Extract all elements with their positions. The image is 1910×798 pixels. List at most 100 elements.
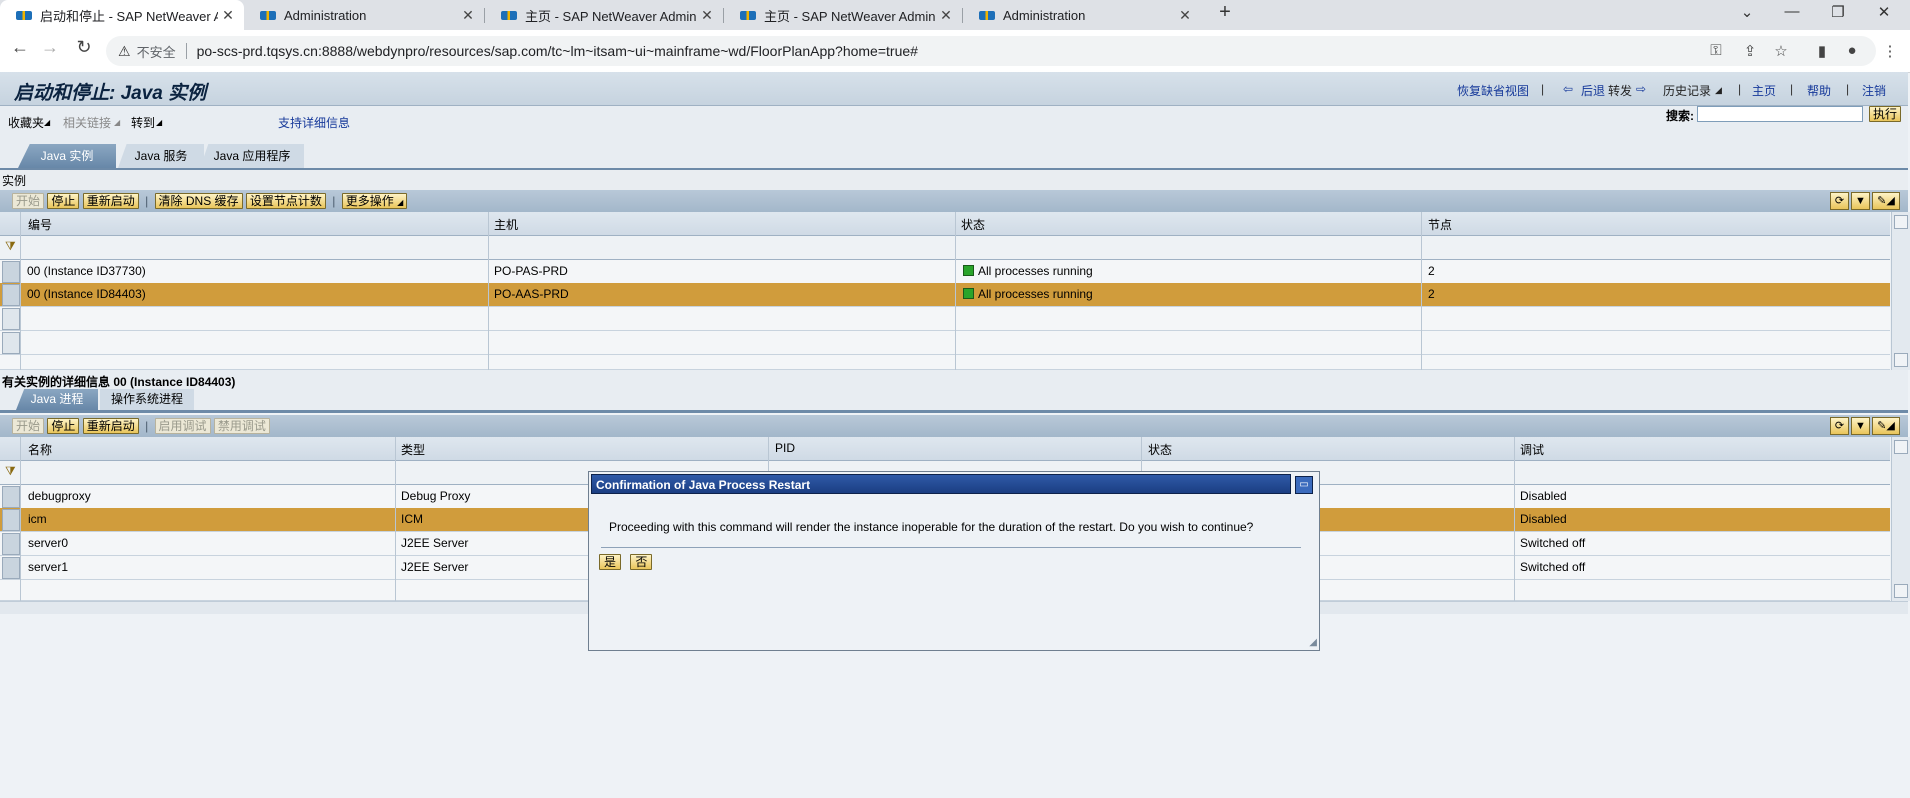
forward-arrow-icon[interactable]: ⇨ [1636, 82, 1646, 96]
column-header-nodes[interactable]: 节点 [1428, 216, 1452, 233]
scroll-down-icon[interactable] [1894, 584, 1908, 598]
filter-icon[interactable]: ▼ [1851, 417, 1870, 435]
processes-scrollbar[interactable] [1891, 437, 1910, 601]
logout-link[interactable]: 注销 [1862, 82, 1886, 99]
browser-tab-start-stop[interactable]: 启动和停止 - SAP NetWeaver A ✕ [0, 0, 244, 30]
clear-dns-cache-button[interactable]: 清除 DNS 缓存 [154, 193, 243, 209]
browser-tab-administration-2[interactable]: Administration ✕ [963, 0, 1201, 30]
new-tab-button[interactable]: + [1213, 1, 1237, 24]
row-selector[interactable] [2, 332, 20, 354]
password-key-icon[interactable]: ⚿ [1706, 42, 1726, 59]
address-bar[interactable]: ⚠ 不安全 po-scs-prd.tqsys.cn:8888/webdynpro… [106, 36, 1876, 66]
execute-button[interactable]: 执行 [1869, 106, 1902, 122]
row-selector[interactable] [2, 284, 20, 306]
tab-java-services[interactable]: Java 服务 [118, 144, 204, 168]
filter-funnel-icon[interactable]: ⧩ [5, 239, 16, 254]
enable-debug-button[interactable]: 启用调试 [154, 418, 211, 434]
tab-java-applications[interactable]: Java 应用程序 [200, 144, 304, 168]
instances-section-header: 实例 [0, 170, 1908, 190]
column-header-number[interactable]: 编号 [28, 216, 52, 233]
scroll-up-icon[interactable] [1894, 215, 1908, 229]
profile-avatar-icon[interactable]: ● [1842, 42, 1862, 59]
bookmark-star-icon[interactable]: ☆ [1771, 42, 1791, 60]
yes-button[interactable]: 是 [599, 554, 622, 570]
scroll-up-icon[interactable] [1894, 440, 1908, 454]
minimize-icon[interactable]: — [1780, 3, 1804, 20]
column-header-type[interactable]: 类型 [401, 441, 425, 458]
restore-default-view-link[interactable]: 恢复缺省视图 [1457, 82, 1529, 99]
close-tab-icon[interactable]: ✕ [458, 7, 478, 24]
tab-search-icon[interactable]: ⌄ [1735, 3, 1759, 21]
instances-scrollbar[interactable] [1891, 212, 1910, 370]
column-header-pid[interactable]: PID [775, 441, 795, 455]
filter-icon[interactable]: ▼ [1851, 192, 1870, 210]
scroll-down-icon[interactable] [1894, 353, 1908, 367]
browser-menu-icon[interactable]: ⋮ [1880, 42, 1900, 60]
stop-button[interactable]: 停止 [47, 193, 80, 209]
support-details-link[interactable]: 支持详细信息 [278, 114, 350, 131]
tab-java-instances[interactable]: Java 实例 [18, 144, 116, 168]
no-button[interactable]: 否 [630, 554, 653, 570]
column-header-status[interactable]: 状态 [1148, 441, 1172, 458]
start-button[interactable]: 开始 [12, 193, 45, 209]
favorites-dropdown-icon[interactable]: ◢ [44, 118, 50, 127]
filter-row[interactable]: ⧩ [0, 236, 1890, 260]
url-text[interactable]: po-scs-prd.tqsys.cn:8888/webdynpro/resou… [197, 43, 918, 59]
settings-wrench-icon[interactable]: ✎◢ [1872, 192, 1900, 210]
settings-wrench-icon[interactable]: ✎◢ [1872, 417, 1900, 435]
filter-funnel-icon[interactable]: ⧩ [5, 464, 16, 479]
related-links-menu[interactable]: 相关链接 [63, 114, 111, 131]
help-link[interactable]: 帮助 [1807, 82, 1831, 99]
column-header-status[interactable]: 状态 [961, 216, 985, 233]
restart-button[interactable]: 重新启动 [82, 193, 139, 209]
table-row-selected[interactable]: 00 (Instance ID84403) PO-AAS-PRD All pro… [0, 283, 1890, 307]
reload-icon[interactable]: ↻ [72, 37, 96, 58]
dialog-maximize-icon[interactable]: ▭ [1295, 476, 1313, 494]
forward-icon[interactable]: → [38, 37, 62, 58]
disable-debug-button[interactable]: 禁用调试 [213, 418, 270, 434]
row-selector[interactable] [2, 533, 20, 555]
back-link[interactable]: 后退 [1581, 82, 1605, 99]
related-links-dropdown-icon[interactable]: ◢ [114, 118, 120, 127]
favorites-menu[interactable]: 收藏夹 [8, 114, 44, 131]
sidebar-icon[interactable]: ▮ [1812, 42, 1832, 60]
history-dropdown-icon[interactable]: ◢ [1715, 85, 1722, 96]
close-tab-icon[interactable]: ✕ [697, 7, 717, 24]
home-link[interactable]: 主页 [1752, 82, 1776, 99]
more-actions-button[interactable]: 更多操作 ◢ [341, 193, 408, 209]
search-input[interactable] [1697, 106, 1863, 122]
goto-menu[interactable]: 转到 [131, 114, 155, 131]
restart-process-button[interactable]: 重新启动 [82, 418, 139, 434]
browser-tab-home[interactable]: 主页 - SAP NetWeaver Admini ✕ [485, 0, 723, 30]
tab-os-processes[interactable]: 操作系统进程 [100, 389, 194, 410]
refresh-icon[interactable]: ⟳ [1830, 417, 1849, 435]
row-selector[interactable] [2, 509, 20, 531]
row-selector[interactable] [2, 261, 20, 283]
tab-java-processes[interactable]: Java 进程 [16, 389, 98, 410]
column-header-host[interactable]: 主机 [494, 216, 518, 233]
close-tab-icon[interactable]: ✕ [218, 7, 238, 24]
column-header-debug[interactable]: 调试 [1520, 441, 1544, 458]
row-selector[interactable] [2, 557, 20, 579]
forward-link[interactable]: 转发 [1608, 82, 1632, 99]
stop-process-button[interactable]: 停止 [47, 418, 80, 434]
row-selector[interactable] [2, 308, 20, 330]
resize-grip-icon[interactable]: ◢ [1309, 637, 1317, 648]
history-link[interactable]: 历史记录 [1663, 82, 1711, 99]
start-process-button[interactable]: 开始 [12, 418, 45, 434]
table-row[interactable]: 00 (Instance ID37730) PO-PAS-PRD All pro… [0, 259, 1890, 284]
column-header-name[interactable]: 名称 [28, 441, 52, 458]
refresh-icon[interactable]: ⟳ [1830, 192, 1849, 210]
share-icon[interactable]: ⇪ [1740, 42, 1760, 60]
close-tab-icon[interactable]: ✕ [936, 7, 956, 24]
set-node-count-button[interactable]: 设置节点计数 [245, 193, 326, 209]
close-tab-icon[interactable]: ✕ [1175, 7, 1195, 24]
goto-dropdown-icon[interactable]: ◢ [156, 118, 162, 127]
back-arrow-icon[interactable]: ⇦ [1563, 82, 1573, 96]
browser-tab-administration[interactable]: Administration ✕ [244, 0, 484, 30]
close-window-icon[interactable]: ✕ [1872, 3, 1896, 21]
restore-icon[interactable]: ❐ [1826, 3, 1850, 21]
back-icon[interactable]: ← [8, 37, 32, 58]
row-selector[interactable] [2, 486, 20, 508]
browser-tab-home-2[interactable]: 主页 - SAP NetWeaver Admini ✕ [724, 0, 962, 30]
